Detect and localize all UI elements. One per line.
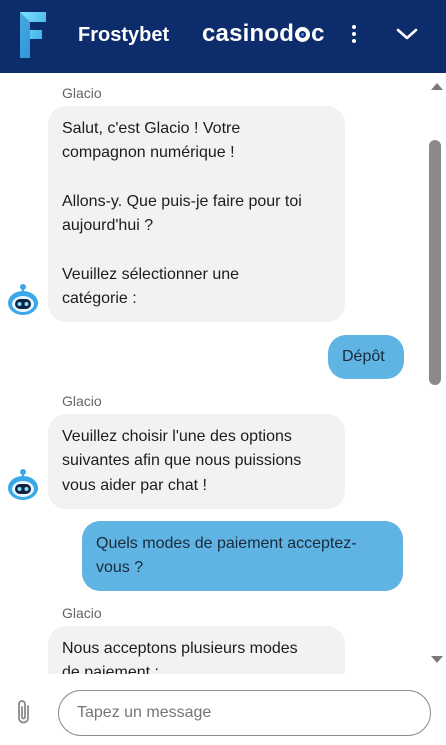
scroll-down-arrow-icon[interactable] <box>431 656 443 663</box>
message-line: Nous acceptons plusieurs modes <box>62 640 298 657</box>
scrollbar-thumb[interactable] <box>429 140 441 385</box>
partner-logo-prefix: casinod <box>202 20 295 47</box>
user-message-bubble: Dépôt <box>328 335 404 379</box>
sender-name: Glacio <box>62 605 102 621</box>
bot-avatar-icon <box>8 469 38 500</box>
chat-scrollbar[interactable] <box>428 73 446 674</box>
message-line: vous aider par chat ! <box>62 476 207 494</box>
chevron-down-icon[interactable] <box>396 26 418 42</box>
message-text: Dépôt <box>342 348 385 365</box>
bot-message-bubble: Veuillez choisir l'une des options suiva… <box>48 414 345 509</box>
partner-logo-dot-icon <box>295 27 311 42</box>
partner-logo-suffix: c <box>311 20 325 47</box>
kebab-menu-icon[interactable] <box>349 25 359 45</box>
bot-avatar-icon <box>8 284 38 315</box>
message-line: compagnon numérique ! <box>62 144 235 162</box>
scroll-up-arrow-icon[interactable] <box>431 83 443 90</box>
message-composer <box>0 674 446 745</box>
user-message-bubble: Quels modes de paiement acceptez- vous ? <box>82 521 403 591</box>
message-line <box>62 166 331 190</box>
sender-name: Glacio <box>62 393 102 409</box>
message-line: Veuillez choisir l'une des options <box>62 428 292 445</box>
message-line: catégorie : <box>62 290 137 308</box>
message-line: Salut, c'est Glacio ! Votre <box>62 120 241 137</box>
bot-message-bubble: Salut, c'est Glacio ! Votre compagnon nu… <box>48 106 345 323</box>
message-line: de paiement : <box>62 664 159 674</box>
chat-message-list[interactable]: Glacio Salut, c'est Glacio ! Votre compa… <box>0 73 430 674</box>
partner-logo: casinod c <box>202 20 325 48</box>
sender-name: Glacio <box>62 85 102 101</box>
message-line: Quels modes de paiement acceptez- <box>96 535 357 552</box>
brand-name: Frostybet <box>78 24 170 46</box>
message-line <box>62 238 331 262</box>
bot-message-bubble: Nous acceptons plusieurs modes de paieme… <box>48 626 345 674</box>
chat-header: Frostybet casinod c <box>0 0 446 73</box>
message-line: suivantes afin que nous puissions <box>62 452 302 470</box>
message-input[interactable] <box>58 690 431 736</box>
message-line: Veuillez sélectionner une <box>62 265 240 283</box>
frostybet-logo-icon <box>20 12 46 58</box>
message-line: vous ? <box>96 559 144 576</box>
message-line: aujourd'hui ? <box>62 217 154 235</box>
paperclip-icon[interactable] <box>14 698 34 726</box>
message-line: Allons-y. Que puis-je faire pour toi <box>62 192 302 210</box>
